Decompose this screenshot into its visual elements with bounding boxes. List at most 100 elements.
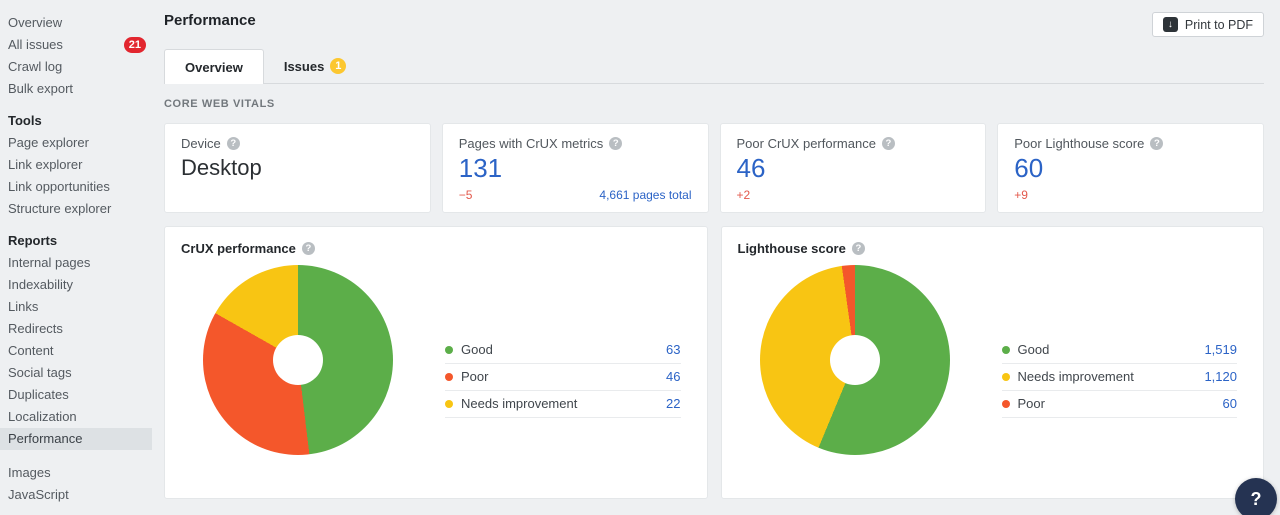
tab-issues[interactable]: Issues 1	[264, 49, 366, 83]
legend-row[interactable]: Needs improvement 1,120	[1002, 364, 1238, 391]
legend-row[interactable]: Good 63	[445, 337, 681, 364]
legend-color-dot	[445, 373, 453, 381]
legend-value-link[interactable]: 63	[666, 342, 680, 357]
legend-label: Needs improvement	[461, 396, 666, 411]
legend-color-dot	[445, 346, 453, 354]
sidebar-item-label: Indexability	[8, 277, 73, 293]
tab-label: Overview	[185, 60, 243, 75]
sidebar-item-label: Links	[8, 299, 38, 315]
sidebar-item-label: Redirects	[8, 321, 63, 337]
sidebar-item-label: JavaScript	[8, 487, 69, 503]
metric-card-label: Poor Lighthouse score	[1014, 136, 1144, 151]
chart-panel-title: Lighthouse score	[738, 241, 846, 256]
chart-panel-title-row: Lighthouse score ?	[738, 241, 1248, 256]
sidebar-group-header: Tools	[0, 110, 152, 132]
tab-bar: Overview Issues 1	[164, 49, 1264, 84]
legend-value-link[interactable]: 46	[666, 369, 680, 384]
chart-legend: Good 1,519 Needs improvement 1,120 Poor …	[1002, 337, 1238, 418]
sidebar-item-social-tags[interactable]: Social tags	[0, 362, 152, 384]
metric-card-label-row: Poor CrUX performance ?	[737, 136, 970, 151]
chart-legend: Good 63 Poor 46 Needs improvement 22	[445, 337, 681, 418]
metric-card-label: Pages with CrUX metrics	[459, 136, 603, 151]
chart-panels-row: CrUX performance ? Good 63 Poor 46 Needs…	[164, 226, 1264, 499]
sidebar-group-header: Reports	[0, 230, 152, 252]
legend-row[interactable]: Good 1,519	[1002, 337, 1238, 364]
sidebar-item-links[interactable]: Links	[0, 296, 152, 318]
chart-panel-title-row: CrUX performance ?	[181, 241, 691, 256]
print-to-pdf-label: Print to PDF	[1185, 18, 1253, 32]
issue-count-badge: 21	[124, 37, 146, 53]
sidebar-item-crawl-log[interactable]: Crawl log	[0, 56, 152, 78]
donut-chart[interactable]	[203, 265, 393, 455]
metric-card-value: 60	[1014, 153, 1247, 183]
legend-row[interactable]: Poor 46	[445, 364, 681, 391]
sidebar-item-page-explorer[interactable]: Page explorer	[0, 132, 152, 154]
legend-label: Poor	[1018, 396, 1223, 411]
chart-panel: Lighthouse score ? Good 1,519 Needs impr…	[721, 226, 1265, 499]
legend-value-link[interactable]: 60	[1223, 396, 1237, 411]
legend-label: Good	[1018, 342, 1205, 357]
legend-label: Good	[461, 342, 666, 357]
legend-label: Poor	[461, 369, 666, 384]
sidebar-item-internal-pages[interactable]: Internal pages	[0, 252, 152, 274]
donut-chart[interactable]	[760, 265, 950, 455]
pages-total-link[interactable]: 4,661 pages total	[599, 188, 691, 202]
help-icon[interactable]: ?	[302, 242, 315, 255]
chart-panel: CrUX performance ? Good 63 Poor 46 Needs…	[164, 226, 708, 499]
sidebar-item-content[interactable]: Content	[0, 340, 152, 362]
tab-issue-count-badge: 1	[330, 58, 346, 74]
legend-value-link[interactable]: 22	[666, 396, 680, 411]
metric-cards-row: Device ? Desktop Pages with CrUX metrics…	[164, 123, 1264, 213]
metric-card-label: Device	[181, 136, 221, 151]
print-to-pdf-button[interactable]: ↓ Print to PDF	[1152, 12, 1264, 37]
sidebar-item-label: Internal pages	[8, 255, 90, 271]
sidebar-item-label: Performance	[8, 431, 82, 447]
legend-label: Needs improvement	[1018, 369, 1205, 384]
sidebar-item-javascript[interactable]: JavaScript	[0, 484, 152, 506]
help-fab-button[interactable]: ?	[1235, 478, 1277, 515]
sidebar-item-duplicates[interactable]: Duplicates	[0, 384, 152, 406]
sidebar-item-structure-explorer[interactable]: Structure explorer	[0, 198, 152, 220]
sidebar-item-overview[interactable]: Overview	[0, 12, 152, 34]
sidebar-item-label: Page explorer	[8, 135, 89, 151]
legend-row[interactable]: Needs improvement 22	[445, 391, 681, 418]
help-icon[interactable]: ?	[227, 137, 240, 150]
tab-overview[interactable]: Overview	[164, 49, 264, 84]
help-icon[interactable]: ?	[852, 242, 865, 255]
question-mark-icon: ?	[1251, 489, 1262, 510]
sidebar-item-label: All issues	[8, 37, 63, 53]
help-icon[interactable]: ?	[882, 137, 895, 150]
sidebar-item-link-opportunities[interactable]: Link opportunities	[0, 176, 152, 198]
legend-value-link[interactable]: 1,120	[1204, 369, 1237, 384]
tab-label: Issues	[284, 59, 324, 74]
sidebar-item-all-issues[interactable]: All issues 21	[0, 34, 152, 56]
donut-hole	[830, 335, 880, 385]
page-title: Performance	[164, 12, 256, 29]
sidebar-item-label: Localization	[8, 409, 77, 425]
sidebar-item-images[interactable]: Images	[0, 462, 152, 484]
sidebar-item-link-explorer[interactable]: Link explorer	[0, 154, 152, 176]
sidebar-item-label: Overview	[8, 15, 62, 31]
sidebar-item-localization[interactable]: Localization	[0, 406, 152, 428]
metric-card-label-row: Device ?	[181, 136, 414, 151]
sidebar-item-indexability[interactable]: Indexability	[0, 274, 152, 296]
sidebar-item-bulk-export[interactable]: Bulk export	[0, 78, 152, 100]
help-icon[interactable]: ?	[1150, 137, 1163, 150]
sidebar-item-label: Bulk export	[8, 81, 73, 97]
sidebar-item-label: Link explorer	[8, 157, 82, 173]
sidebar-item-label: Structure explorer	[8, 201, 111, 217]
metric-card-label: Poor CrUX performance	[737, 136, 876, 151]
chart-panel-body: Good 1,519 Needs improvement 1,120 Poor …	[738, 265, 1248, 455]
section-label-core-web-vitals: CORE WEB VITALS	[164, 98, 1264, 110]
metric-delta: −5	[459, 188, 473, 202]
sidebar: Overview All issues 21 Crawl log Bulk ex…	[0, 0, 152, 515]
sidebar-item-performance[interactable]: Performance	[0, 428, 152, 450]
metric-delta: +2	[737, 188, 751, 202]
legend-row[interactable]: Poor 60	[1002, 391, 1238, 418]
legend-value-link[interactable]: 1,519	[1204, 342, 1237, 357]
metric-card-value: 131	[459, 153, 692, 183]
legend-color-dot	[445, 400, 453, 408]
metric-card-label-row: Pages with CrUX metrics ?	[459, 136, 692, 151]
sidebar-item-redirects[interactable]: Redirects	[0, 318, 152, 340]
help-icon[interactable]: ?	[609, 137, 622, 150]
